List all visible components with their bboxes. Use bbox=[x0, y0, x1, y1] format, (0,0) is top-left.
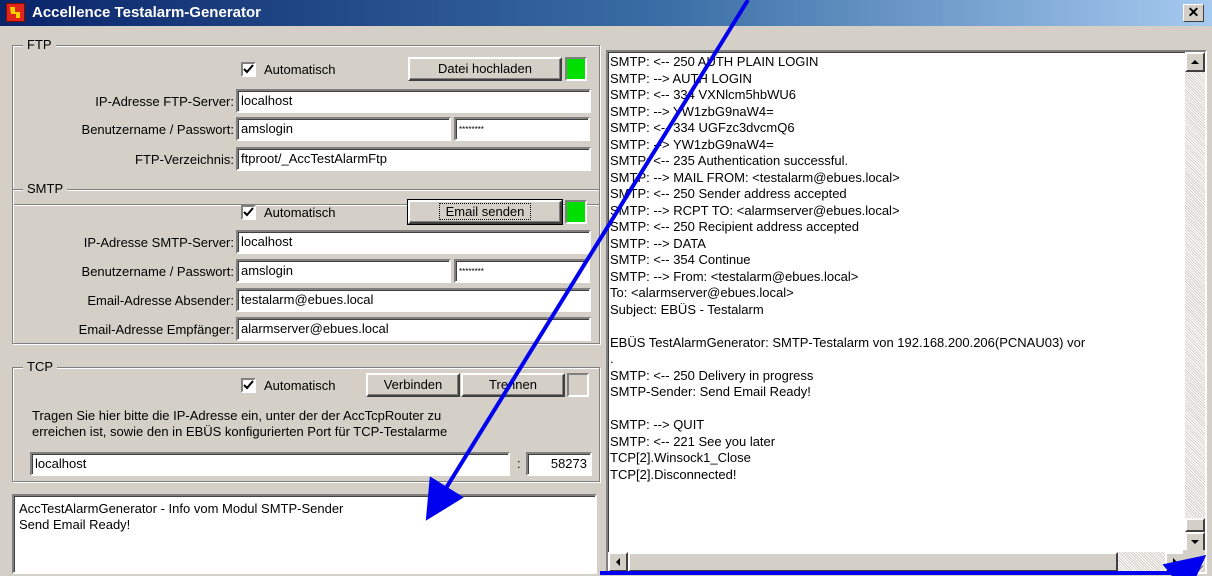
log-line: SMTP: <-- 250 Delivery in progress bbox=[610, 367, 814, 383]
ftp-auto-label: Automatisch bbox=[264, 62, 336, 77]
smtp-username-input[interactable]: amslogin bbox=[236, 259, 451, 283]
ftp-password-input[interactable]: ******** bbox=[454, 117, 590, 141]
scroll-right-button[interactable] bbox=[1165, 552, 1185, 572]
log-line: TCP[2].Disconnected! bbox=[610, 466, 737, 482]
resize-grip-icon bbox=[1188, 555, 1205, 572]
log-line: SMTP: --> AUTH LOGIN bbox=[610, 70, 752, 86]
arrow-down-icon bbox=[1191, 540, 1199, 544]
close-button[interactable]: ✕ bbox=[1183, 4, 1204, 22]
upload-file-button[interactable]: Datei hochladen bbox=[408, 57, 562, 81]
smtp-recipient-input[interactable]: alarmserver@ebues.local bbox=[236, 317, 591, 341]
log-line: EBÜS TestAlarmGenerator: SMTP-Testalarm … bbox=[610, 334, 1086, 350]
info-line-2: Send Email Ready! bbox=[19, 517, 131, 532]
close-icon: ✕ bbox=[1187, 4, 1200, 20]
smtp-password-input[interactable]: ******** bbox=[454, 259, 590, 283]
connect-button[interactable]: Verbinden bbox=[366, 373, 460, 397]
log-line: SMTP: --> DATA bbox=[610, 235, 706, 251]
log-line: TCP[2].Winsock1_Close bbox=[610, 450, 751, 465]
smtp-sender-input[interactable]: testalarm@ebues.local bbox=[236, 288, 591, 312]
ftp-dir-input[interactable]: ftproot/_AccTestAlarmFtp bbox=[236, 147, 591, 171]
scroll-left-button[interactable] bbox=[608, 552, 628, 572]
smtp-user-label: Benutzername / Passwort: bbox=[81, 264, 234, 279]
ftp-ip-input[interactable]: localhost bbox=[236, 89, 591, 113]
log-line: SMTP: <-- 334 UGFzc3dvcmQ6 bbox=[610, 120, 795, 135]
ftp-legend: FTP bbox=[23, 37, 56, 52]
smtp-status-indicator bbox=[565, 200, 587, 224]
log-line: SMTP: <-- 221 See you later bbox=[610, 433, 776, 449]
log-line: Subject: EBÜS - Testalarm bbox=[610, 301, 764, 317]
ftp-status-indicator bbox=[565, 57, 587, 81]
send-email-label: Email senden bbox=[438, 203, 532, 220]
log-panel[interactable]: SMTP: <-- 250 AUTH PLAIN LOGIN SMTP: --> … bbox=[606, 50, 1207, 574]
arrow-right-icon bbox=[1173, 558, 1177, 566]
smtp-recipient-label: Email-Adresse Empfänger: bbox=[78, 322, 234, 337]
tcp-help-line-2: erreichen ist, sowie den in EBÜS konfigu… bbox=[32, 424, 448, 439]
arrow-left-icon bbox=[616, 558, 620, 566]
smtp-ip-input[interactable]: localhost bbox=[236, 230, 591, 254]
horizontal-scrollbar[interactable] bbox=[608, 552, 1185, 572]
send-email-button[interactable]: Email senden bbox=[407, 199, 563, 225]
log-line: SMTP: --> MAIL FROM: <testalarm@ebues.lo… bbox=[610, 169, 900, 185]
log-line: SMTP: --> QUIT bbox=[610, 417, 705, 432]
smtp-auto-checkbox[interactable]: Automatisch bbox=[241, 205, 336, 220]
log-line: SMTP: --> RCPT TO: <alarmserver@ebues.lo… bbox=[610, 202, 900, 218]
disconnect-button[interactable]: Trennen bbox=[461, 373, 565, 397]
title-bar: Accellence Testalarm-Generator ✕ bbox=[0, 0, 1212, 26]
size-grip[interactable] bbox=[1183, 550, 1205, 572]
log-line: SMTP: <-- 250 Sender address accepted bbox=[610, 186, 847, 201]
smtp-ip-label: IP-Adresse SMTP-Server: bbox=[83, 235, 234, 250]
app-icon bbox=[6, 3, 25, 22]
tcp-port-input[interactable]: 58273 bbox=[526, 452, 592, 476]
main-window: Accellence Testalarm-Generator ✕ FTP Aut… bbox=[0, 0, 1212, 576]
smtp-legend: SMTP bbox=[23, 181, 68, 196]
ftp-user-label: Benutzername / Passwort: bbox=[81, 122, 234, 137]
log-line: SMTP-Sender: Send Email Ready! bbox=[610, 384, 811, 399]
log-line: . bbox=[610, 351, 614, 366]
ftp-dir-label: FTP-Verzeichnis: bbox=[135, 152, 234, 167]
log-line: SMTP: <-- 250 AUTH PLAIN LOGIN bbox=[610, 54, 819, 69]
log-content: SMTP: <-- 250 AUTH PLAIN LOGIN SMTP: --> … bbox=[610, 54, 1184, 552]
tcp-host-input[interactable]: localhost bbox=[30, 452, 510, 476]
scroll-down-button[interactable] bbox=[1185, 532, 1205, 552]
window-title: Accellence Testalarm-Generator bbox=[32, 4, 261, 21]
log-line: SMTP: --> YW1zbG9naW4= bbox=[610, 103, 774, 119]
ftp-ip-label: IP-Adresse FTP-Server: bbox=[95, 94, 234, 109]
tcp-legend: TCP bbox=[23, 359, 57, 374]
info-box: AccTestAlarmGenerator - Info vom Modul S… bbox=[12, 494, 597, 574]
ftp-auto-checkbox[interactable]: Automatisch bbox=[241, 62, 336, 77]
log-line: SMTP: <-- 334 VXNlcm5hbWU6 bbox=[610, 87, 797, 102]
log-line: To: <alarmserver@ebues.local> bbox=[610, 285, 794, 300]
tcp-help-text: Tragen Sie hier bitte die IP-Adresse ein… bbox=[32, 408, 447, 440]
ftp-username-input[interactable]: amslogin bbox=[236, 117, 451, 141]
checkbox-box[interactable] bbox=[241, 378, 256, 393]
vertical-scrollbar[interactable] bbox=[1185, 52, 1205, 552]
tcp-auto-checkbox[interactable]: Automatisch bbox=[241, 378, 336, 393]
scroll-up-button[interactable] bbox=[1185, 52, 1205, 72]
tcp-auto-label: Automatisch bbox=[264, 378, 336, 393]
checkbox-box[interactable] bbox=[241, 62, 256, 77]
tcp-help-line-1: Tragen Sie hier bitte die IP-Adresse ein… bbox=[32, 408, 442, 423]
log-line: SMTP: --> From: <testalarm@ebues.local> bbox=[610, 268, 859, 284]
smtp-auto-label: Automatisch bbox=[264, 205, 336, 220]
smtp-sender-label: Email-Adresse Absender: bbox=[87, 293, 234, 308]
log-line: SMTP: <-- 354 Continue bbox=[610, 252, 751, 267]
info-line-1: AccTestAlarmGenerator - Info vom Modul S… bbox=[19, 501, 344, 516]
arrow-up-icon bbox=[1191, 60, 1199, 64]
checkbox-box[interactable] bbox=[241, 205, 256, 220]
tcp-port-separator: : bbox=[517, 456, 521, 471]
log-line: SMTP: <-- 250 Recipient address accepted bbox=[610, 219, 859, 234]
log-line: SMTP: --> YW1zbG9naW4= bbox=[610, 136, 774, 152]
vertical-scroll-thumb[interactable] bbox=[1185, 518, 1205, 532]
tcp-status-indicator bbox=[567, 373, 589, 397]
log-line: SMTP: <-- 235 Authentication successful. bbox=[610, 153, 849, 168]
horizontal-scroll-thumb[interactable] bbox=[628, 552, 1118, 572]
